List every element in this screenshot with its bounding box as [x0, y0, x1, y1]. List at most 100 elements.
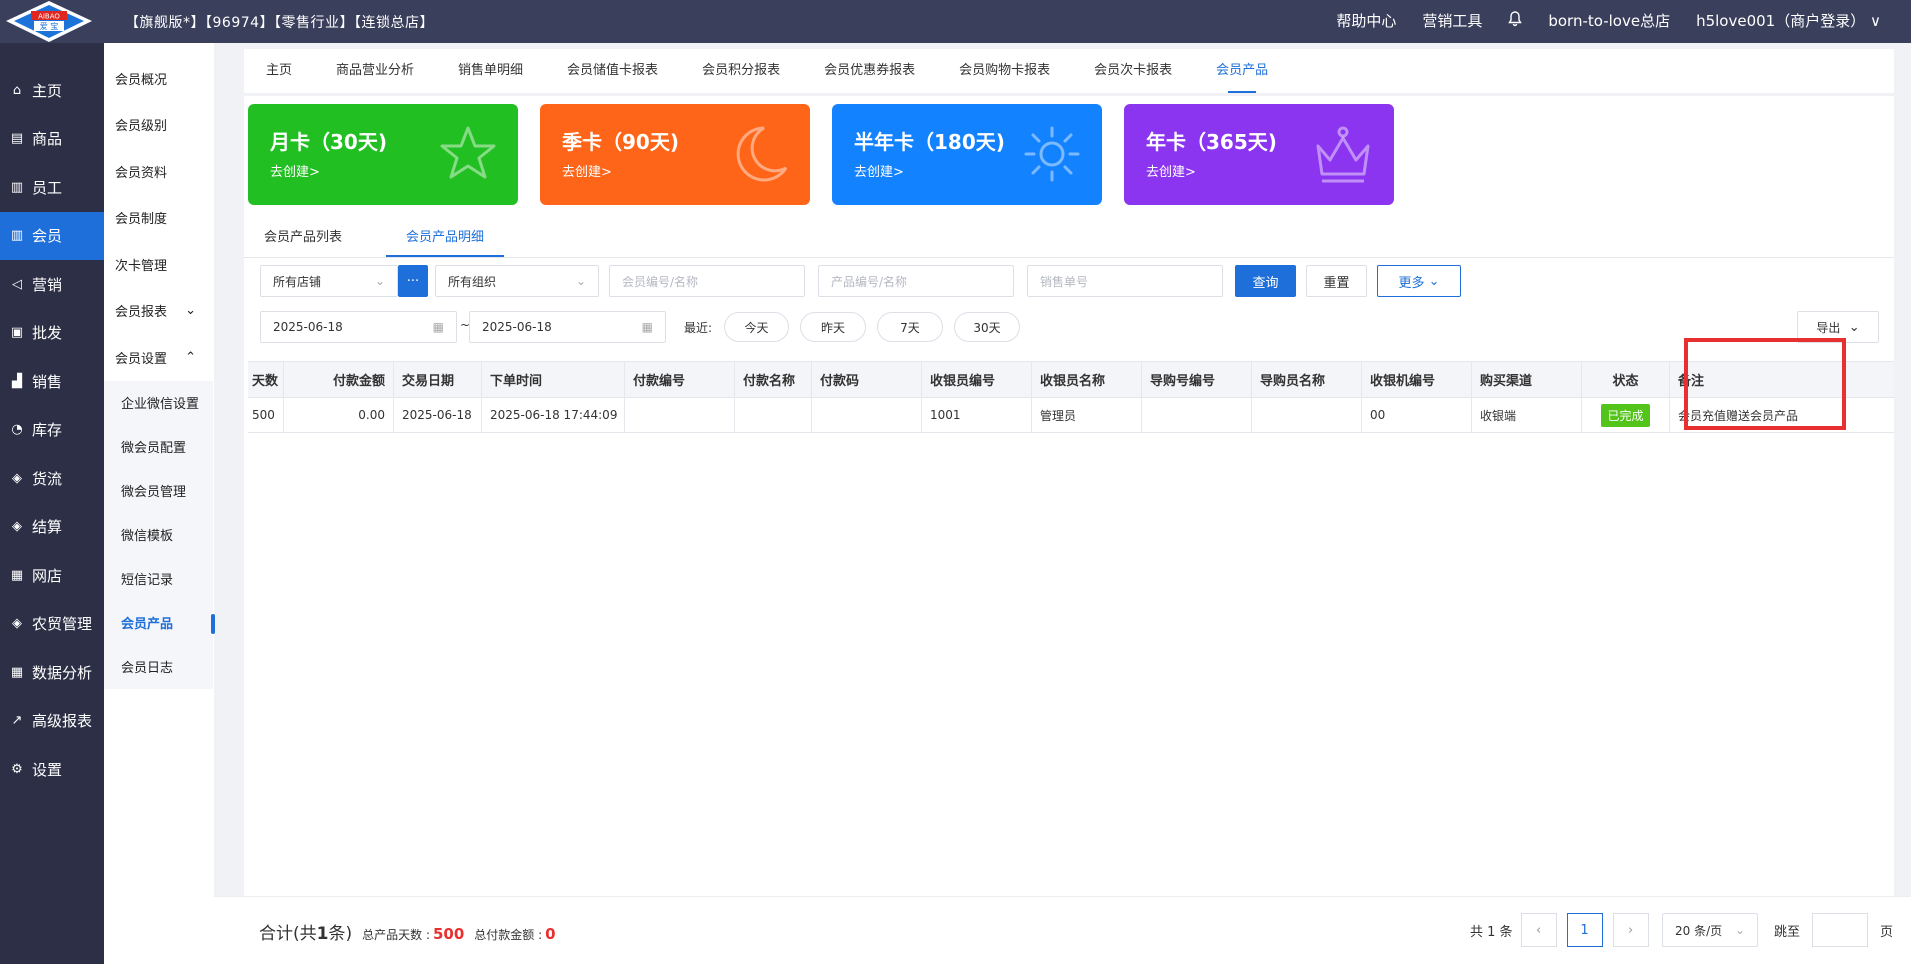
sidebar-item-wholesale[interactable]: ▣ 批发 — [0, 309, 104, 358]
store-more-button[interactable]: ··· — [398, 265, 428, 297]
subtab-product-list[interactable]: 会员产品列表 — [244, 220, 362, 257]
sidebar-item-settle[interactable]: ◈ 结算 — [0, 503, 104, 552]
marketing-tools-link[interactable]: 营销工具 — [1422, 10, 1482, 31]
member-search-input[interactable]: 会员编号/名称 — [609, 265, 805, 297]
col-pay-name[interactable]: 付款名称 — [735, 362, 812, 397]
help-center-link[interactable]: 帮助中心 — [1336, 10, 1396, 31]
date-to-input[interactable]: 2025-06-18 ▦ — [469, 311, 666, 343]
sidebar-item-flow[interactable]: ◈ 货流 — [0, 454, 104, 503]
more-filters-button[interactable]: 更多 ⌄ — [1377, 265, 1461, 297]
subnav-member-settings-group[interactable]: 会员设置 ⌃ — [104, 334, 214, 381]
tab-sales-detail[interactable]: 销售单明细 — [436, 49, 545, 93]
sale-no-input[interactable]: 销售单号 — [1027, 265, 1223, 297]
subnav-member-overview[interactable]: 会员概况 — [104, 55, 214, 102]
chevron-down-icon: ⌄ — [374, 274, 385, 288]
col-guide-name[interactable]: 导购员名称 — [1252, 362, 1362, 397]
col-guide-no[interactable]: 导购号编号 — [1142, 362, 1252, 397]
page-1-button[interactable]: 1 — [1566, 913, 1603, 947]
next-page-button[interactable]: › — [1612, 913, 1649, 947]
tab-goods-analysis[interactable]: 商品营业分析 — [314, 49, 436, 93]
tab-member-product[interactable]: 会员产品 — [1194, 49, 1290, 93]
col-channel[interactable]: 购买渠道 — [1472, 362, 1582, 397]
col-pay-code[interactable]: 付款码 — [812, 362, 922, 397]
chevron-up-icon: ⌃ — [185, 349, 196, 365]
top-bar: AIBAO 爱 宝 【旗舰版*】【96974】【零售行业】【连锁总店】 帮助中心… — [0, 0, 1911, 43]
report-icon: ↗ — [11, 713, 23, 729]
sidebar-item-home[interactable]: ⌂ 主页 — [0, 66, 104, 115]
subnav-wechat-template[interactable]: 微信模板 — [104, 512, 213, 557]
subnav-sms-records[interactable]: 短信记录 — [104, 556, 213, 601]
subnav-punch-card[interactable]: 次卡管理 — [104, 241, 214, 288]
subnav-member-log[interactable]: 会员日志 — [104, 644, 213, 689]
prev-page-button[interactable]: ‹ — [1520, 913, 1557, 947]
today-button[interactable]: 今天 — [724, 312, 789, 342]
card-quarterly[interactable]: 季卡（90天) 去创建> — [540, 104, 810, 205]
sidebar-item-goods[interactable]: ▤ 商品 — [0, 115, 104, 164]
col-register-no[interactable]: 收银机编号 — [1362, 362, 1472, 397]
content-panel: 月卡（30天) 去创建> 季卡（90天) 去创建> 半年卡（180天) 去创建> — [244, 96, 1899, 948]
tab-shopping-card-report[interactable]: 会员购物卡报表 — [937, 49, 1072, 93]
col-cashier-no[interactable]: 收银员编号 — [922, 362, 1032, 397]
col-cashier-name[interactable]: 收银员名称 — [1032, 362, 1142, 397]
subnav-member-policy[interactable]: 会员制度 — [104, 195, 214, 242]
moon-icon — [736, 126, 788, 182]
col-days[interactable]: 天数 — [248, 362, 284, 397]
main-sidebar: ⌂ 主页 ▤ 商品 ▥ 员工 ▥ 会员 ◁ 营销 ▣ 批发 ▟ 销售 ◔ 库存 ◈ 货流 ◈ 结算 … — [0, 43, 104, 964]
table-row[interactable]: 500 0.00 2025-06-18 2025-06-18 17:44:09 … — [248, 398, 1894, 433]
sidebar-item-shop[interactable]: ▦ 网店 — [0, 551, 104, 600]
bell-icon[interactable] — [1508, 10, 1523, 31]
col-trade-date[interactable]: 交易日期 — [394, 362, 482, 397]
sidebar-item-data[interactable]: ▦ 数据分析 — [0, 648, 104, 697]
product-search-input[interactable]: 产品编号/名称 — [818, 265, 1014, 297]
seven-days-button[interactable]: 7天 — [877, 312, 943, 342]
sidebar-item-sales[interactable]: ▟ 销售 — [0, 357, 104, 406]
subnav-member-profile[interactable]: 会员资料 — [104, 148, 214, 195]
col-pay-amount[interactable]: 付款金额 — [284, 362, 394, 397]
tab-punch-card-report[interactable]: 会员次卡报表 — [1072, 49, 1194, 93]
wholesale-icon: ▣ — [10, 325, 24, 341]
sidebar-item-staff[interactable]: ▥ 员工 — [0, 163, 104, 212]
page-jump: 跳至 页 — [1774, 913, 1893, 947]
tab-coupon-report[interactable]: 会员优惠券报表 — [802, 49, 937, 93]
page-jump-input[interactable] — [1812, 913, 1869, 947]
org-select[interactable]: 所有组织 ⌄ — [435, 265, 599, 297]
user-menu[interactable]: h5love001（商户登录） ∨ — [1696, 10, 1881, 31]
sidebar-item-farm[interactable]: ◈ 农贸管理 — [0, 600, 104, 649]
settle-icon: ◈ — [12, 519, 22, 535]
page-size-select[interactable]: 20 条/页 ⌄ — [1662, 913, 1758, 947]
subnav-wx-member-manage[interactable]: 微会员管理 — [104, 468, 213, 513]
cell-pay-no — [625, 398, 735, 432]
date-from-input[interactable]: 2025-06-18 ▦ — [260, 311, 457, 343]
subnav-wx-member-config[interactable]: 微会员配置 — [104, 424, 213, 469]
card-monthly[interactable]: 月卡（30天) 去创建> — [248, 104, 518, 205]
subnav-member-level[interactable]: 会员级别 — [104, 102, 214, 149]
subnav-member-product[interactable]: 会员产品 — [104, 600, 215, 645]
subnav-member-report-group[interactable]: 会员报表 ⌄ — [104, 288, 214, 335]
sidebar-item-stock[interactable]: ◔ 库存 — [0, 406, 104, 455]
sales-chart-icon: ▟ — [12, 373, 22, 389]
cell-cashier-name: 管理员 — [1032, 398, 1142, 432]
megaphone-icon: ◁ — [12, 276, 22, 292]
card-half-year[interactable]: 半年卡（180天) 去创建> — [832, 104, 1102, 205]
sidebar-item-marketing[interactable]: ◁ 营销 — [0, 260, 104, 309]
query-button[interactable]: 查询 — [1235, 265, 1296, 297]
sidebar-item-settings[interactable]: ⚙ 设置 — [0, 745, 104, 794]
tab-points-report[interactable]: 会员积分报表 — [680, 49, 802, 93]
aibao-logo[interactable]: AIBAO 爱 宝 — [4, 0, 94, 43]
yesterday-button[interactable]: 昨天 — [800, 312, 866, 342]
store-name[interactable]: born-to-love总店 — [1548, 10, 1670, 31]
thirty-days-button[interactable]: 30天 — [954, 312, 1020, 342]
sidebar-item-report[interactable]: ↗ 高级报表 — [0, 697, 104, 746]
tab-stored-card-report[interactable]: 会员储值卡报表 — [545, 49, 680, 93]
card-yearly[interactable]: 年卡（365天) 去创建> — [1124, 104, 1394, 205]
sidebar-item-member[interactable]: ▥ 会员 — [0, 211, 104, 260]
col-order-time[interactable]: 下单时间 — [482, 362, 625, 397]
col-status[interactable]: 状态 — [1582, 362, 1670, 397]
store-select[interactable]: 所有店铺 ⌄ — [260, 265, 398, 297]
subtab-product-detail[interactable]: 会员产品明细 — [386, 220, 505, 257]
reset-button[interactable]: 重置 — [1306, 265, 1367, 297]
subnav-wecom-settings[interactable]: 企业微信设置 — [104, 380, 213, 425]
home-icon: ⌂ — [12, 82, 22, 98]
tab-home[interactable]: 主页 — [244, 49, 314, 93]
col-pay-no[interactable]: 付款编号 — [625, 362, 735, 397]
